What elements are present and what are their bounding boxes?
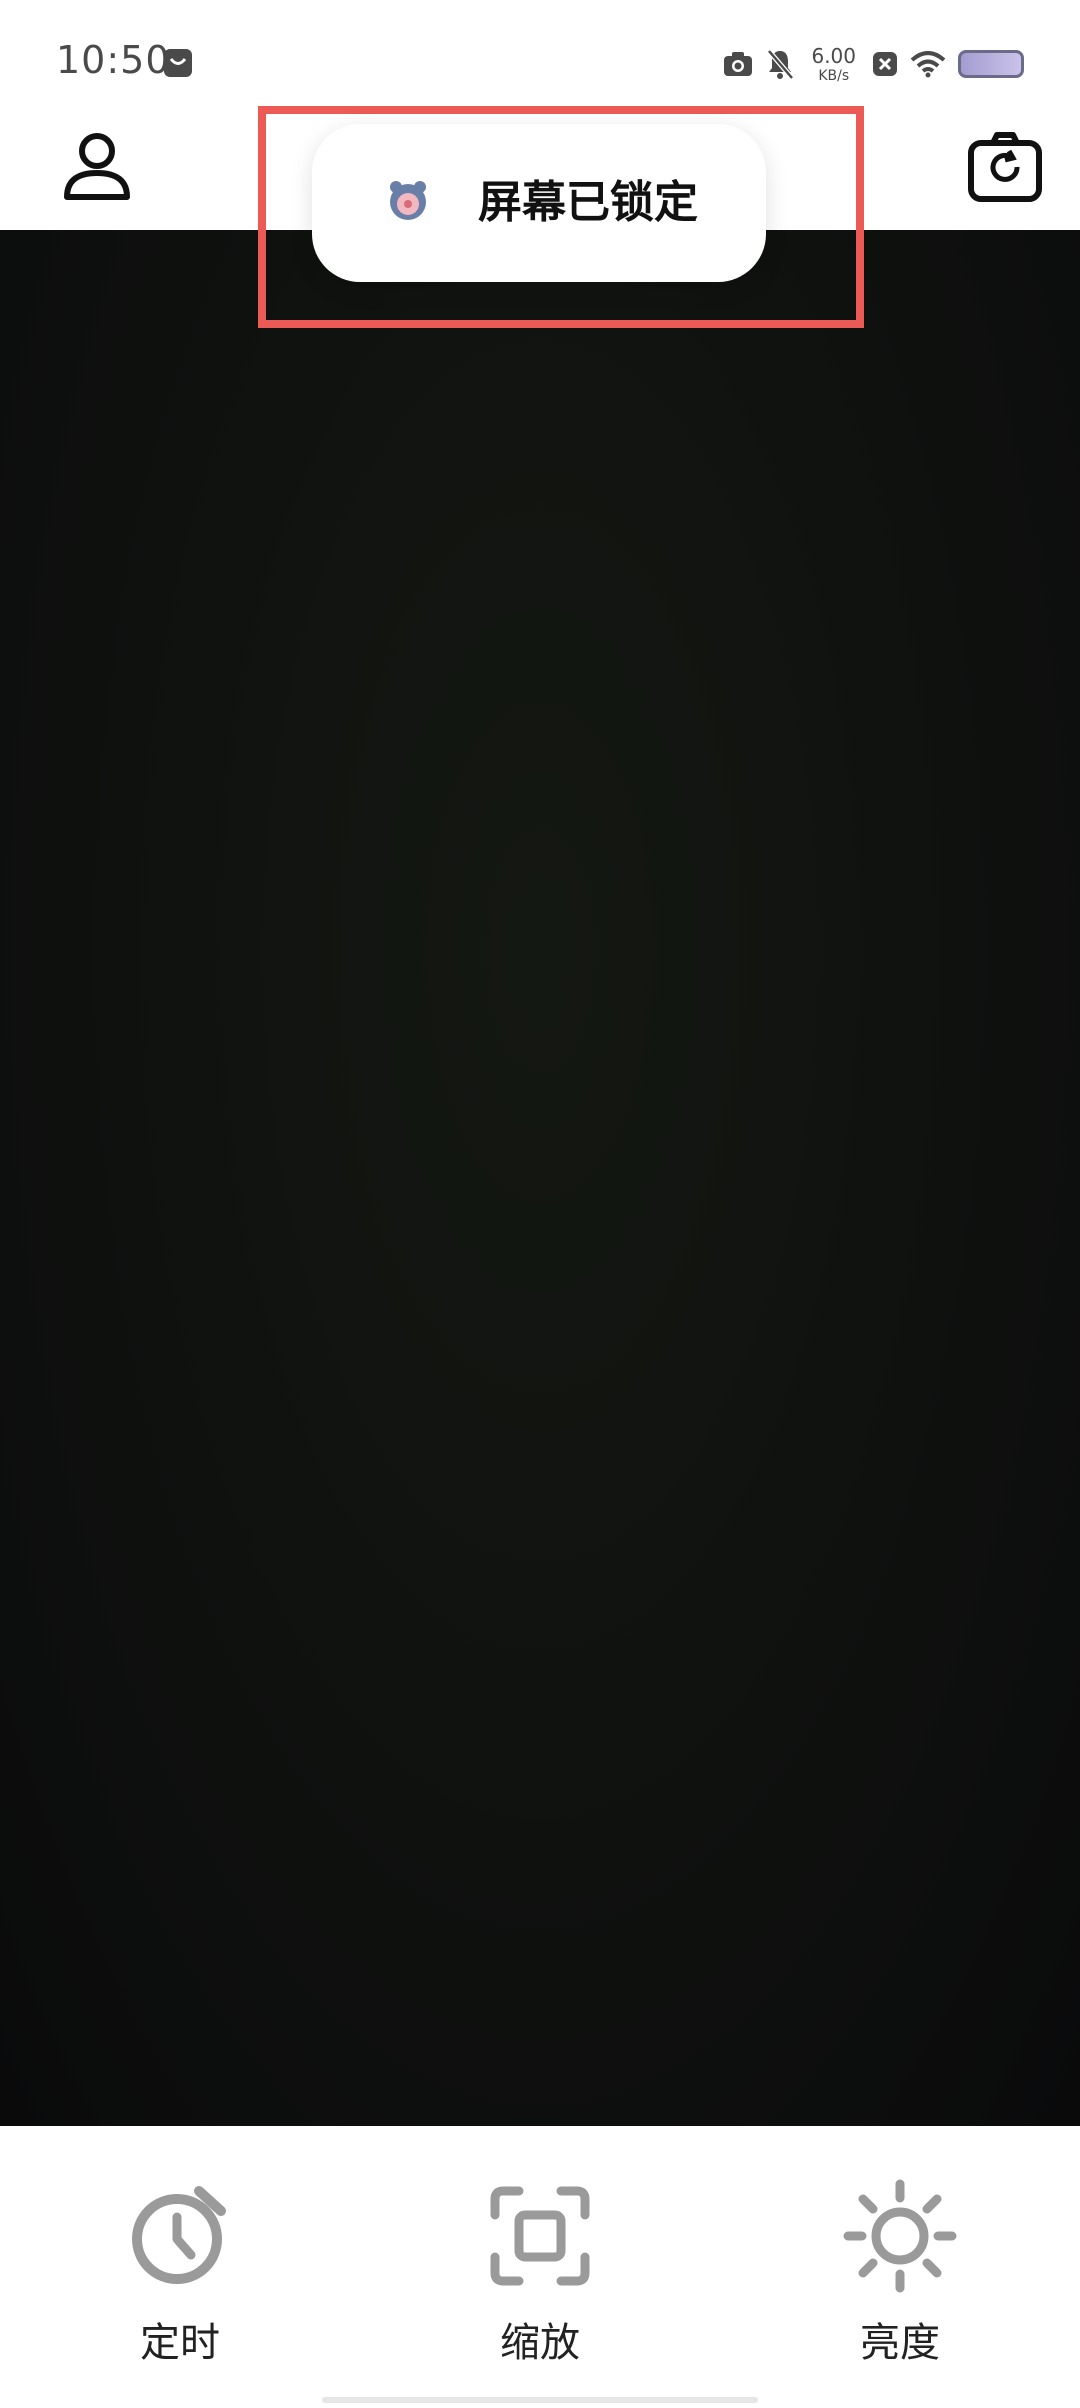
switch-camera-button[interactable]: [960, 122, 1050, 212]
screen-locked-toast: 屏幕已锁定: [312, 124, 766, 282]
bottom-controls: 定时 缩放 亮度: [0, 2126, 1080, 2408]
camera-icon: [724, 52, 753, 76]
status-bar: 10:50 6.00 KB/s: [0, 0, 1080, 110]
home-indicator[interactable]: [322, 2397, 758, 2403]
wifi-icon: [910, 51, 946, 78]
camera-screen: 10:50 6.00 KB/s 屏幕已锁定 定时 缩放 亮度: [0, 0, 1080, 2408]
profile-icon: [64, 133, 130, 200]
brightness-button[interactable]: 亮度: [800, 2126, 1000, 2408]
brightness-icon: [843, 2179, 957, 2293]
zoom-frame-icon: [490, 2186, 590, 2286]
status-time: 10:50: [56, 38, 171, 82]
brightness-label: 亮度: [860, 2320, 940, 2366]
close-box-icon: [873, 52, 897, 76]
camera-preview[interactable]: [0, 230, 1080, 2126]
mute-icon: [767, 49, 795, 80]
status-icons: 6.00 KB/s: [723, 42, 1024, 86]
battery-icon: [958, 50, 1024, 78]
net-speed-value: 6.00: [811, 43, 856, 68]
timer-label: 定时: [140, 2320, 220, 2366]
profile-button[interactable]: [52, 122, 142, 212]
zoom-button[interactable]: 缩放: [440, 2126, 640, 2408]
bear-app-icon: [390, 181, 426, 220]
note-icon: [164, 49, 192, 77]
net-speed: 6.00 KB/s: [811, 46, 856, 83]
switch-camera-icon: [968, 132, 1042, 202]
toast-text: 屏幕已锁定: [478, 177, 698, 228]
timer-icon: [132, 2186, 226, 2284]
zoom-label: 缩放: [500, 2320, 580, 2366]
timer-button[interactable]: 定时: [80, 2126, 280, 2408]
net-speed-unit: KB/s: [818, 67, 850, 84]
